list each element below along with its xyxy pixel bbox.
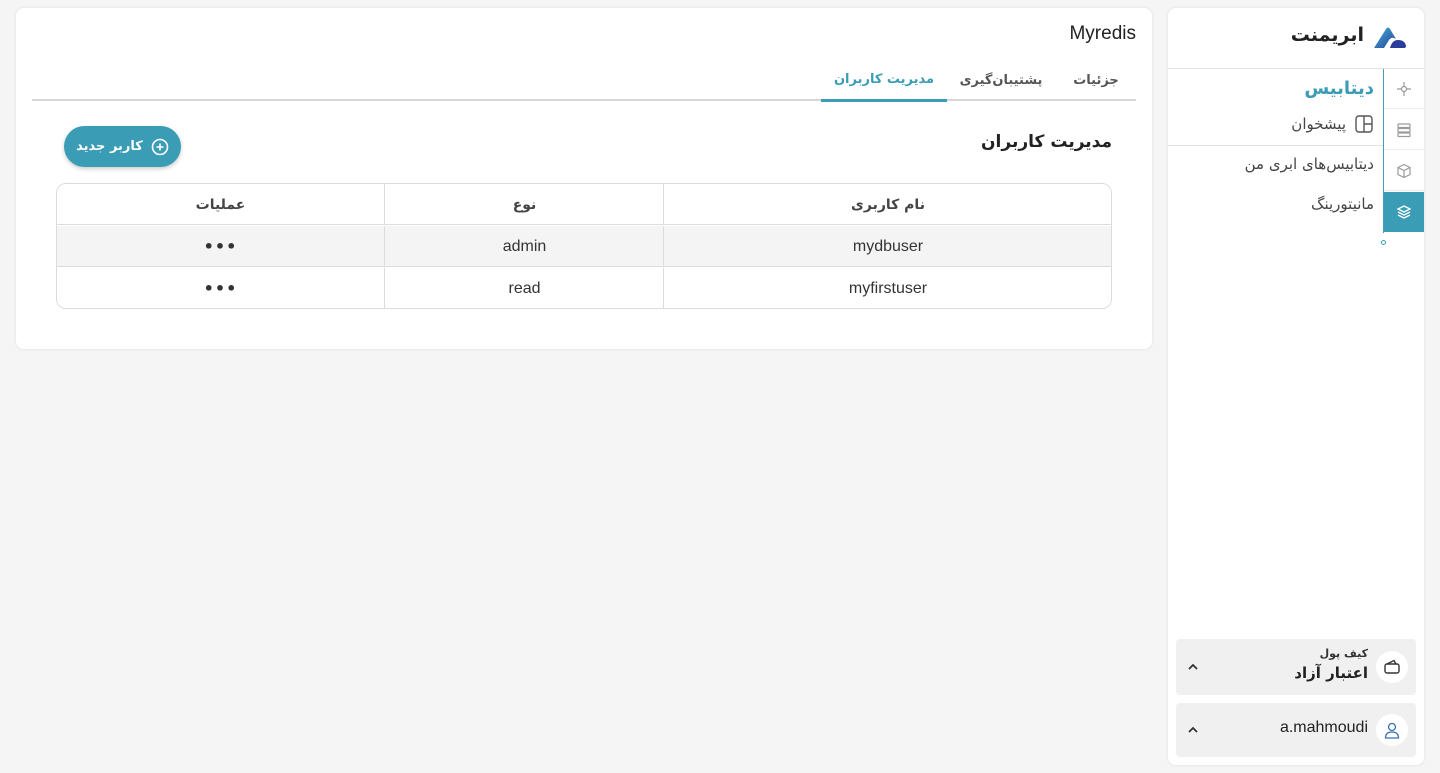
brand-name: ابریمنت (1290, 24, 1364, 46)
tab-user-management[interactable]: مدیریت کاربران (821, 60, 947, 102)
new-user-button[interactable]: کاربر جدید (64, 126, 181, 167)
user-avatar (1376, 714, 1408, 746)
rail-cube-button[interactable] (1384, 151, 1424, 191)
chevron-up-icon[interactable] (1186, 660, 1200, 674)
sidebar-item-label: مانیتورینگ (1311, 195, 1374, 213)
more-options-icon[interactable]: ••• (204, 237, 238, 256)
section-title: مدیریت کاربران (981, 132, 1112, 152)
layers-icon (1396, 205, 1412, 219)
server-icon (1397, 122, 1411, 137)
users-table: نام کاربری نوع عملیات mydbuser admin •••… (56, 183, 1112, 309)
chevron-up-icon[interactable] (1186, 723, 1200, 737)
plus-circle-icon (151, 138, 169, 155)
column-header-type: نوع (386, 184, 664, 225)
cell-type: admin (386, 226, 664, 267)
wallet-avatar (1376, 651, 1408, 683)
cell-operations: ••• (57, 268, 385, 308)
cell-operations: ••• (57, 226, 385, 267)
user-name: a.mahmoudi (1279, 719, 1368, 736)
rail-end-dot (1381, 240, 1386, 245)
page-title: Myredis (1069, 23, 1136, 44)
tab-backup[interactable]: پشتیبان‌گیری (946, 60, 1056, 101)
user-card[interactable]: a.mahmoudi (1176, 703, 1416, 757)
kubernetes-icon (1397, 81, 1411, 96)
sidebar: ابریمنت دیتابیس پیشخوان (1168, 8, 1424, 765)
sidebar-item-dashboard[interactable]: پیشخوان (1291, 112, 1374, 136)
icon-rail (1383, 69, 1424, 233)
main-card: Myredis جزئیات پشتیبان‌گیری مدیریت کاربر… (16, 8, 1152, 349)
brand-logo-icon[interactable] (1372, 26, 1408, 50)
more-options-icon[interactable]: ••• (204, 279, 238, 298)
table-header-row: نام کاربری نوع عملیات (57, 184, 1111, 225)
table-row: myfirstuser read ••• (57, 268, 1111, 308)
tab-details[interactable]: جزئیات (1056, 60, 1136, 101)
cube-icon (1397, 163, 1411, 178)
dashboard-icon (1355, 115, 1373, 133)
rail-kubernetes-button[interactable] (1384, 69, 1424, 109)
cell-username: mydbuser (852, 237, 924, 255)
tabs-bar: جزئیات پشتیبان‌گیری مدیریت کاربران (32, 60, 1136, 102)
rail-layers-button[interactable] (1384, 192, 1424, 232)
wallet-card[interactable]: کیف پول اعتبار آزاد (1176, 639, 1416, 695)
wallet-value: اعتبار آزاد (1294, 664, 1368, 682)
wallet-icon (1384, 659, 1400, 674)
sidebar-divider (1168, 145, 1383, 146)
sidebar-item-label: پیشخوان (1291, 115, 1346, 133)
sidebar-item-monitoring[interactable]: مانیتورینگ (1311, 192, 1374, 216)
sidebar-title: دیتابیس (1304, 78, 1374, 99)
user-icon (1384, 722, 1400, 739)
sidebar-item-my-cloud-databases[interactable]: دیتابیس‌های ابری من (1245, 152, 1374, 176)
new-user-button-label: کاربر جدید (76, 139, 143, 154)
column-header-operations: عملیات (57, 184, 385, 225)
table-row: mydbuser admin ••• (57, 226, 1111, 267)
column-header-username: نام کاربری (851, 196, 925, 213)
cell-username: myfirstuser (848, 279, 928, 297)
brand-header: ابریمنت (1168, 8, 1424, 69)
wallet-label: کیف پول (1319, 647, 1368, 660)
rail-server-button[interactable] (1384, 110, 1424, 150)
cell-type: read (386, 268, 664, 308)
sidebar-item-label: دیتابیس‌های ابری من (1244, 155, 1374, 173)
